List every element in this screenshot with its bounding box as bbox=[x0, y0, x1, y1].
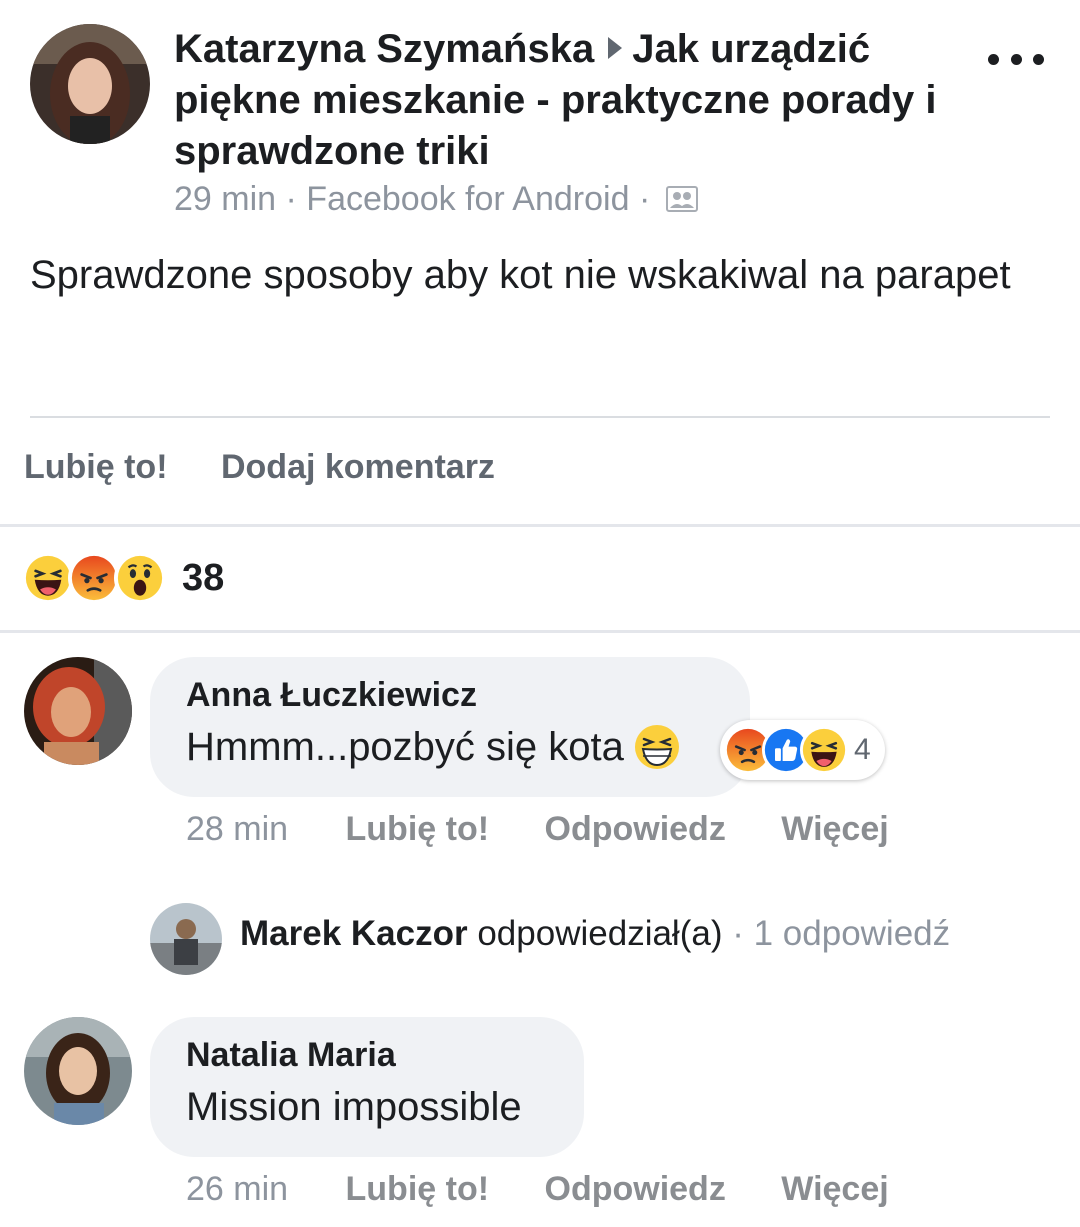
reply-preview[interactable]: Marek Kaczor odpowiedział(a) · 1 odpowie… bbox=[240, 914, 950, 954]
comment-like-button[interactable]: Lubię to! bbox=[346, 1170, 490, 1208]
angry-emoji bbox=[68, 552, 120, 604]
divider bbox=[30, 416, 1050, 418]
comment-author-name[interactable]: Anna Łuczkiewicz bbox=[186, 675, 714, 715]
reply-count: 1 odpowiedź bbox=[753, 914, 951, 953]
reply-author-name: Marek Kaczor bbox=[240, 914, 468, 953]
comment-like-button[interactable]: Lubię to! bbox=[346, 810, 490, 848]
post-author-name[interactable]: Katarzyna Szymańska bbox=[174, 27, 594, 71]
comment-more-button[interactable]: Więcej bbox=[781, 1170, 888, 1208]
comment-time: 26 min bbox=[186, 1170, 289, 1208]
comment-author-avatar[interactable] bbox=[24, 1017, 132, 1125]
comment-reaction-count: 4 bbox=[854, 733, 871, 766]
divider bbox=[0, 630, 1080, 633]
comment-text: Hmmm...pozbyć się kota bbox=[186, 719, 714, 775]
reply-author-avatar[interactable] bbox=[150, 903, 222, 975]
reactions-summary[interactable]: 38 bbox=[22, 550, 224, 606]
post-author-avatar[interactable] bbox=[30, 24, 150, 144]
comment-text: Mission impossible bbox=[186, 1085, 522, 1129]
comment-bubble: Natalia Maria Mission impossible bbox=[150, 1017, 584, 1157]
comment-actions: 26 min Lubię to! Odpowiedz Więcej bbox=[186, 1170, 935, 1209]
reaction-count[interactable]: 38 bbox=[182, 557, 224, 600]
comment-author-avatar[interactable] bbox=[24, 657, 132, 765]
like-button[interactable]: Lubię to! bbox=[24, 448, 168, 486]
reply-action: odpowiedział(a) bbox=[477, 914, 723, 953]
laughing-emoji bbox=[634, 725, 679, 769]
comment-reactions[interactable]: 4 bbox=[720, 720, 885, 780]
comment-more-button[interactable]: Więcej bbox=[781, 810, 888, 848]
wow-emoji bbox=[114, 552, 166, 604]
haha-emoji bbox=[800, 726, 848, 774]
post-actions-bar: Lubię to! Dodaj komentarz bbox=[24, 448, 539, 487]
comment-bubble: Anna Łuczkiewicz Hmmm...pozbyć się kota bbox=[150, 657, 750, 797]
post-time[interactable]: 29 min bbox=[174, 180, 276, 218]
divider bbox=[0, 524, 1080, 527]
group-audience-icon bbox=[665, 186, 698, 212]
haha-emoji bbox=[22, 552, 74, 604]
add-comment-button[interactable]: Dodaj komentarz bbox=[221, 448, 495, 486]
comment-time: 28 min bbox=[186, 810, 289, 848]
more-options-icon[interactable] bbox=[988, 44, 1044, 74]
comment-author-name[interactable]: Natalia Maria bbox=[186, 1035, 548, 1075]
comment-reply-button[interactable]: Odpowiedz bbox=[545, 1170, 726, 1208]
post-meta: 29 min · Facebook for Android · bbox=[174, 180, 698, 219]
post-title: Katarzyna Szymańska Jak urządzić piękne m… bbox=[174, 24, 954, 177]
post-body: Sprawdzone sposoby aby kot nie wskakiwal… bbox=[30, 253, 1011, 297]
post-source: Facebook for Android bbox=[306, 180, 630, 218]
triangle-right-icon bbox=[608, 37, 623, 59]
comment-reply-button[interactable]: Odpowiedz bbox=[545, 810, 726, 848]
comment-actions: 28 min Lubię to! Odpowiedz Więcej bbox=[186, 810, 935, 849]
